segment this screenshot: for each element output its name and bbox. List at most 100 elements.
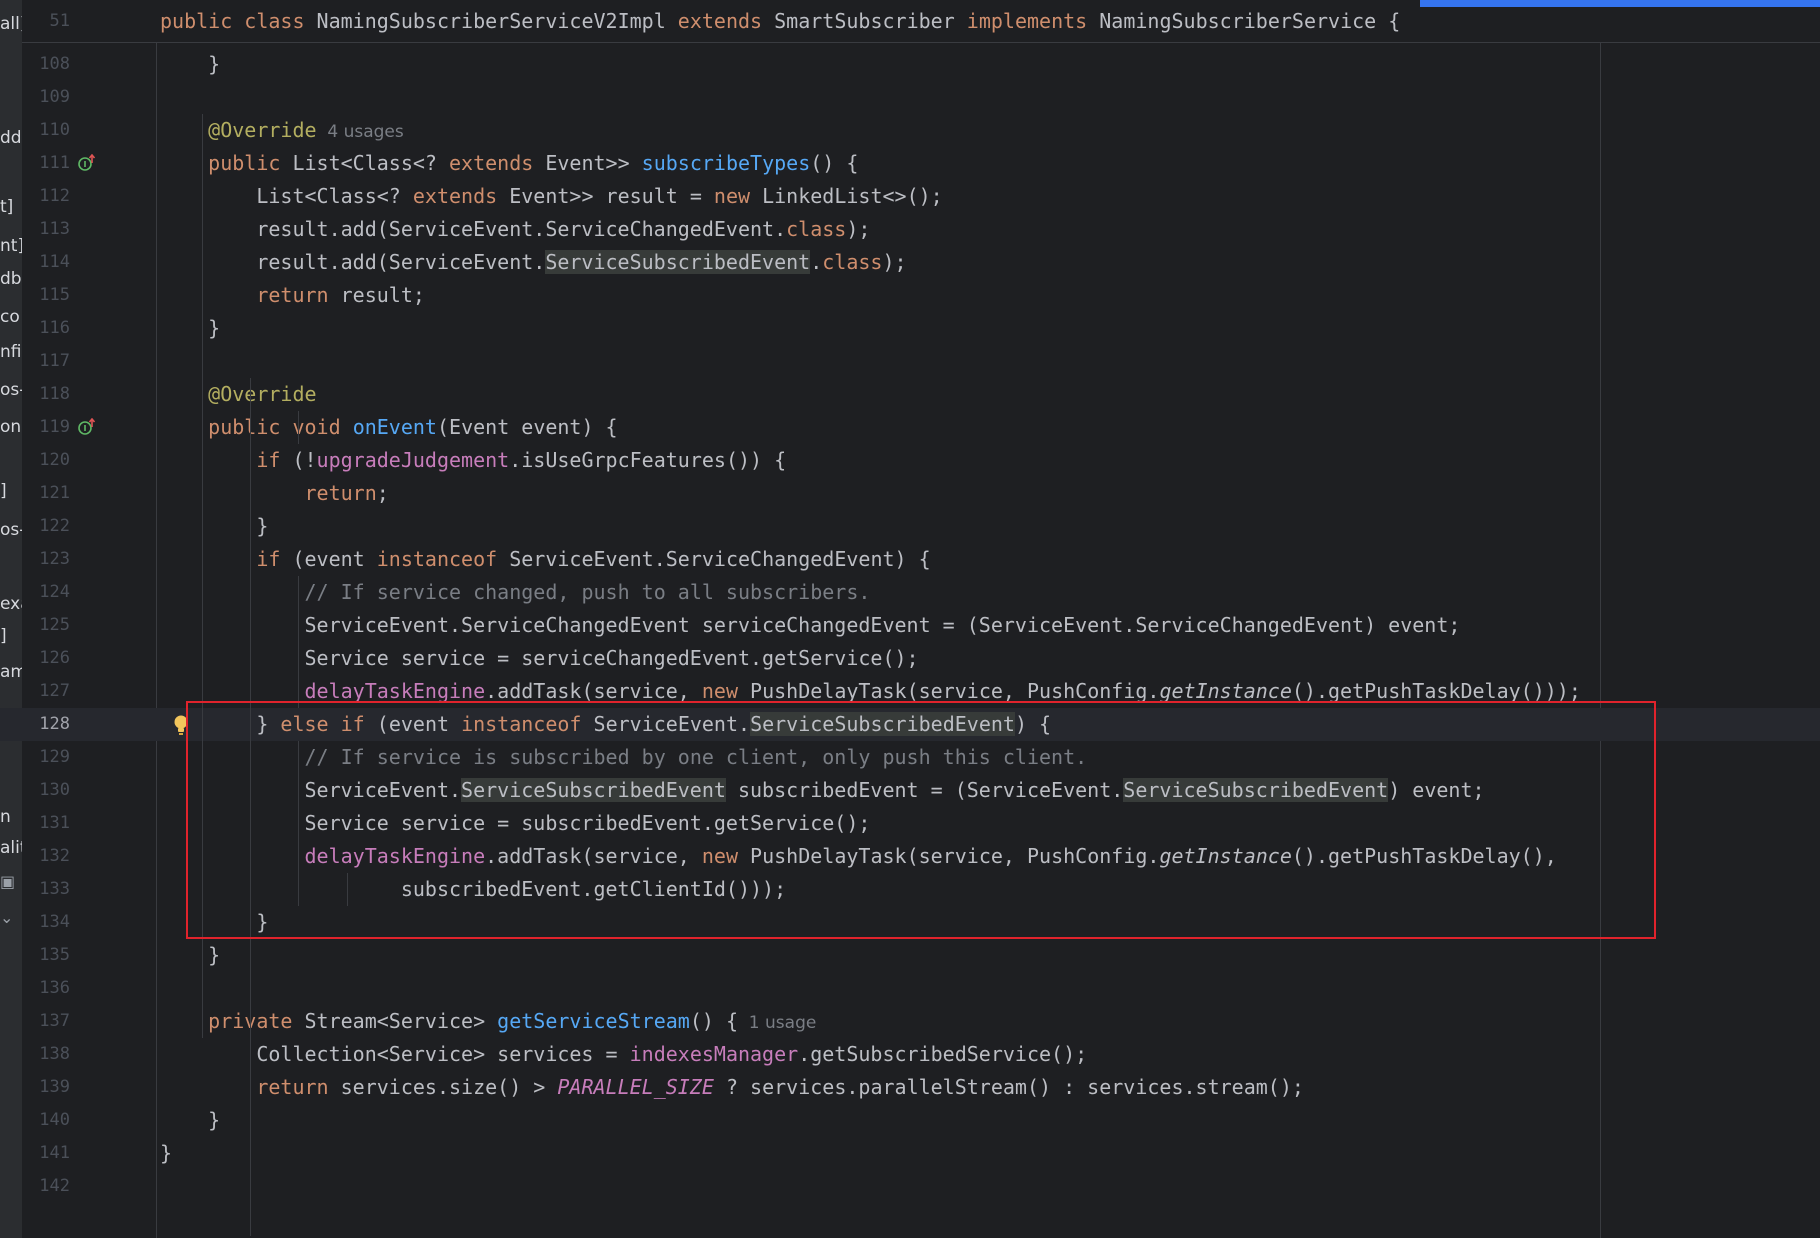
code-line[interactable]: 137 private Stream<Service> getServiceSt… (0, 1005, 1820, 1038)
line-number: 119 (39, 417, 70, 437)
code-token: // If service changed, push to all subsc… (304, 580, 871, 604)
code-token: @Override (208, 382, 317, 406)
progress-bar (1420, 0, 1820, 7)
code-token: getServiceStream (497, 1009, 690, 1033)
code-text: public List<Class<? extends Event>> subs… (160, 147, 858, 180)
code-token: NamingSubscriberServiceV2Impl (304, 9, 678, 33)
code-token: PARALLEL_SIZE (557, 1075, 714, 1099)
code-line[interactable]: 111 public List<Class<? extends Event>> … (0, 147, 1820, 180)
code-text: return result; (160, 279, 425, 312)
code-token: public (208, 151, 281, 175)
code-line[interactable]: 139 return services.size() > PARALLEL_SI… (0, 1071, 1820, 1104)
code-token: .addTask(service, (485, 679, 702, 703)
code-token: . (810, 250, 823, 274)
code-line[interactable]: 108 } (0, 48, 1820, 81)
code-line[interactable]: 126 Service service = serviceChangedEven… (0, 642, 1820, 675)
code-token: delayTaskEngine (304, 679, 486, 703)
code-line[interactable]: 140 } (0, 1104, 1820, 1137)
code-text: List<Class<? extends Event>> result = ne… (160, 180, 943, 213)
code-token: LinkedList<>(); (750, 184, 943, 208)
code-text: Service service = serviceChangedEvent.ge… (160, 642, 919, 675)
line-number: 122 (39, 516, 70, 536)
line-number: 134 (39, 912, 70, 932)
code-line[interactable]: 122 } (0, 510, 1820, 543)
code-line[interactable]: 135 } (0, 939, 1820, 972)
code-line[interactable]: 117 (0, 345, 1820, 378)
line-number: 121 (39, 483, 70, 503)
line-number: 130 (39, 780, 70, 800)
code-line[interactable]: 138 Collection<Service> services = index… (0, 1038, 1820, 1071)
code-line[interactable]: 124 // If service changed, push to all s… (0, 576, 1820, 609)
line-number: 114 (39, 252, 70, 272)
code-text: ServiceEvent.ServiceChangedEvent service… (160, 609, 1460, 642)
code-line[interactable]: 112 List<Class<? extends Event>> result … (0, 180, 1820, 213)
code-line[interactable]: 141} (0, 1137, 1820, 1170)
code-token: implements (966, 9, 1088, 33)
line-number: 132 (39, 846, 70, 866)
code-line[interactable]: 123 if (event instanceof ServiceEvent.Se… (0, 543, 1820, 576)
line-number: 112 (39, 186, 70, 206)
code-line[interactable]: 125 ServiceEvent.ServiceChangedEvent ser… (0, 609, 1820, 642)
indent-guide (298, 576, 300, 708)
code-text: result.add(ServiceEvent.ServiceSubscribe… (160, 246, 907, 279)
code-token: () { (810, 151, 859, 175)
code-token: ServiceSubscribedEvent (545, 250, 811, 274)
code-token: extends (449, 151, 534, 175)
code-text: } (160, 312, 220, 345)
code-line[interactable]: 115 return result; (0, 279, 1820, 312)
code-token: @Override (208, 118, 317, 142)
code-text: if (!upgradeJudgement.isUseGrpcFeatures(… (160, 444, 786, 477)
code-token: result.add(ServiceEvent.ServiceChangedEv… (160, 217, 787, 241)
code-text: result.add(ServiceEvent.ServiceChangedEv… (160, 213, 870, 246)
code-line[interactable]: 114 result.add(ServiceEvent.ServiceSubsc… (0, 246, 1820, 279)
code-line[interactable]: 109 (0, 81, 1820, 114)
code-line[interactable]: 120 if (!upgradeJudgement.isUseGrpcFeatu… (0, 444, 1820, 477)
line-number: 139 (39, 1077, 70, 1097)
code-text: } (160, 1137, 172, 1170)
code-line[interactable]: 110 @Override 4 usages (0, 114, 1820, 147)
code-line[interactable]: 121 return; (0, 477, 1820, 510)
code-line[interactable]: 119 public void onEvent(Event event) { (0, 411, 1820, 444)
code-token: Service service = serviceChangedEvent.ge… (160, 646, 919, 670)
code-token: ? services.parallelStream() : services.s… (713, 1075, 1304, 1099)
code-token: NamingSubscriberService { (1087, 9, 1401, 33)
line-number: 116 (39, 318, 70, 338)
code-line[interactable]: 116 } (0, 312, 1820, 345)
code-token: (Event event) { (436, 415, 618, 439)
code-line[interactable]: 142 (0, 1170, 1820, 1203)
code-text: return; (160, 477, 389, 510)
code-token: class (786, 217, 847, 241)
code-token: services.size() > (328, 1075, 558, 1099)
line-number: 115 (39, 285, 70, 305)
implements-up-icon[interactable] (78, 154, 96, 172)
code-line[interactable]: 113 result.add(ServiceEvent.ServiceChang… (0, 213, 1820, 246)
usages-hint[interactable]: 4 usages (317, 122, 403, 142)
code-text: if (event instanceof ServiceEvent.Servic… (160, 543, 930, 576)
code-token: SmartSubscriber (762, 9, 967, 33)
usages-hint[interactable]: 1 usage (738, 1013, 817, 1033)
code-token: ); (882, 250, 907, 274)
code-token: } (160, 1141, 173, 1165)
code-token: } (160, 52, 221, 76)
project-tree-fragment[interactable]: all] (0, 14, 22, 34)
code-line[interactable]: 136 (0, 972, 1820, 1005)
line-number: 141 (39, 1143, 70, 1163)
code-token: (event (280, 547, 377, 571)
code-text: } (160, 48, 220, 81)
line-number: 118 (39, 384, 70, 404)
line-number: 125 (39, 615, 70, 635)
implements-up-icon[interactable] (78, 418, 96, 436)
code-text: } (160, 510, 268, 543)
line-number: 109 (39, 87, 70, 107)
code-line[interactable]: 118 @Override (0, 378, 1820, 411)
code-text: private Stream<Service> getServiceStream… (160, 1005, 816, 1040)
line-number: 140 (39, 1110, 70, 1130)
code-token: return (256, 283, 329, 307)
code-text: return services.size() > PARALLEL_SIZE ?… (160, 1071, 1304, 1104)
code-token: ServiceEvent.ServiceChangedEvent service… (160, 613, 1461, 637)
code-text: // If service changed, push to all subsc… (160, 576, 871, 609)
code-token: } (160, 1108, 221, 1132)
